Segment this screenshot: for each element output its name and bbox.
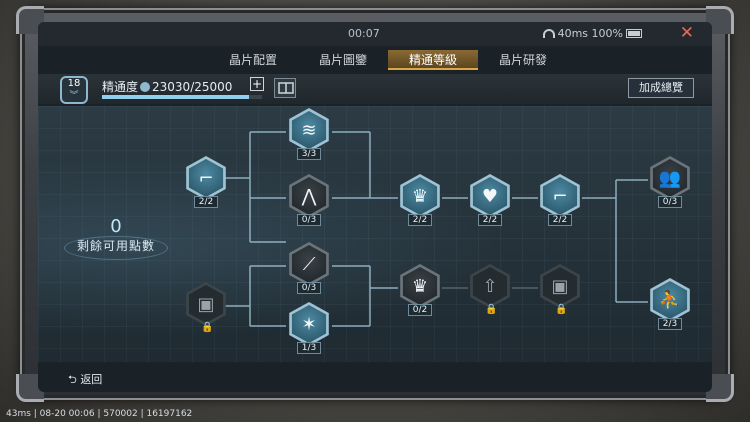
- kneeling-soldier-icon: ⛹: [652, 281, 688, 319]
- backpack-icon: ▣: [542, 267, 578, 305]
- node-count: 2/3: [658, 318, 682, 330]
- tab-chip-config[interactable]: 晶片配置: [208, 50, 298, 70]
- node-crown-upper[interactable]: ♛ 2/2: [398, 174, 442, 226]
- node-count: 1/3: [297, 342, 321, 354]
- tab-chip-research[interactable]: 晶片研發: [478, 50, 568, 70]
- node-pistol-left[interactable]: ⌐ 2/2: [184, 156, 228, 208]
- lock-icon: 🔒: [485, 304, 498, 315]
- points-ring-decoration: [64, 236, 168, 260]
- node-team[interactable]: 👥 0/3: [648, 156, 692, 208]
- node-crown-lower[interactable]: ♛ 0/2: [398, 264, 442, 316]
- node-knife[interactable]: ⟋ 0/3: [287, 242, 331, 294]
- tab-chip-collection[interactable]: 晶片圖鑒: [298, 50, 388, 70]
- rank-wings-icon: ︾: [69, 91, 79, 101]
- remaining-points: 0 剩餘可用點數: [56, 216, 176, 260]
- bonus-overview-button[interactable]: 加成總覽: [628, 78, 694, 98]
- close-icon[interactable]: ✕: [680, 23, 694, 43]
- node-backpack-locked[interactable]: ▣ 🔒: [538, 264, 582, 315]
- mastery-title: 精通度: [102, 80, 139, 94]
- node-count: 2/2: [408, 214, 432, 226]
- battery-percent: 100%: [591, 27, 623, 40]
- debug-info: 43ms | 08-20 00:06 | 570002 | 16197162: [6, 409, 193, 419]
- node-count: 0/3: [658, 196, 682, 208]
- team-icon: 👥: [652, 159, 688, 197]
- shield-arrow-icon: ⇧: [472, 267, 508, 305]
- node-count: 2/2: [548, 214, 572, 226]
- node-count: 0/2: [408, 304, 432, 316]
- node-flame-claw[interactable]: ≋ 3/3: [287, 108, 331, 160]
- backpack-icon: ▣: [188, 285, 224, 323]
- back-label: 返回: [80, 373, 103, 386]
- skill-tree: 0 剩餘可用點數 ⌐ 2/2 ▣ 🔒 ≋ 3/3 ⋀ 0/3 ⟋ 0/3 ✶ 1…: [38, 106, 712, 362]
- back-arrow-icon: ⮌: [68, 373, 77, 386]
- tab-mastery-level[interactable]: 精通等級: [388, 50, 478, 70]
- pistol-icon: ⌐: [542, 177, 578, 215]
- pistol-icon: ⌐: [188, 159, 224, 197]
- node-kneel[interactable]: ⛹ 2/3: [648, 278, 692, 330]
- node-backpack-left[interactable]: ▣ 🔒: [184, 282, 228, 333]
- node-shield-locked[interactable]: ⇧ 🔒: [468, 264, 512, 315]
- status-bar: 00:07 40ms 100% ✕: [38, 22, 712, 46]
- flame-claw-icon: ≋: [291, 111, 327, 149]
- ping-value: 40ms: [557, 27, 589, 40]
- heart-icon: ♥: [472, 177, 508, 215]
- node-count: 0/3: [297, 214, 321, 226]
- game-screen: 00:07 40ms 100% ✕ 晶片配置 晶片圖鑒 精通等級 晶片研發 18…: [38, 22, 712, 392]
- back-button[interactable]: ⮌ 返回: [68, 371, 102, 390]
- node-count: 2/2: [194, 196, 218, 208]
- mastery-label: 精通度 23030/25000: [102, 78, 232, 95]
- rank-level: 18: [67, 78, 81, 89]
- chip-icon: [140, 82, 151, 92]
- clock: 00:07: [348, 27, 380, 40]
- add-mastery-button[interactable]: +: [250, 77, 264, 91]
- node-heart[interactable]: ♥ 2/2: [468, 174, 512, 226]
- node-gun-upper[interactable]: ⌐ 2/2: [538, 174, 582, 226]
- node-count: 0/3: [297, 282, 321, 294]
- lock-icon: 🔒: [201, 322, 214, 333]
- node-count: 2/2: [478, 214, 502, 226]
- remaining-points-value: 0: [110, 216, 122, 237]
- tab-bar: 晶片配置 晶片圖鑒 精通等級 晶片研發: [208, 50, 568, 70]
- mastery-progress: [102, 95, 262, 99]
- grass-icon: ⋀: [291, 177, 327, 215]
- mastery-bar: 18 ︾ 精通度 23030/25000 + 加成總覽: [38, 74, 712, 104]
- wifi-icon: [542, 29, 555, 38]
- mastery-progress-fill: [102, 95, 250, 99]
- network-status: 40ms 100%: [542, 27, 642, 40]
- node-burst[interactable]: ✶ 1/3: [287, 302, 331, 354]
- rank-badge: 18 ︾: [60, 76, 88, 104]
- mastery-value: 23030/25000: [152, 80, 233, 94]
- mastery-info-button[interactable]: [274, 78, 296, 98]
- crown-icon: ♛: [402, 267, 438, 305]
- book-icon: [278, 82, 294, 94]
- lock-icon: 🔒: [555, 304, 568, 315]
- node-grass[interactable]: ⋀ 0/3: [287, 174, 331, 226]
- burst-icon: ✶: [291, 305, 327, 343]
- battery-icon: [626, 29, 642, 38]
- node-count: 3/3: [297, 148, 321, 160]
- knife-icon: ⟋: [291, 245, 327, 283]
- crown-icon: ♛: [402, 177, 438, 215]
